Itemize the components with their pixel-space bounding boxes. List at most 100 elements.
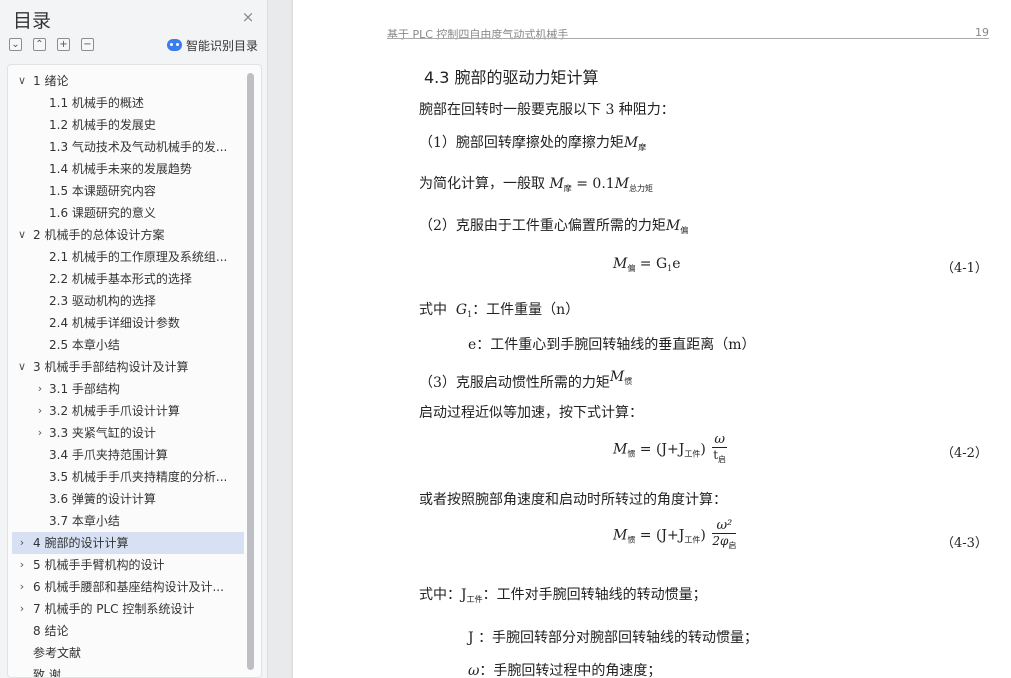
toc-item[interactable]: 1.2 机械手的发展史 xyxy=(12,114,244,136)
simplify-m: M xyxy=(549,176,564,192)
toc-item[interactable]: 2.3 驱动机构的选择 xyxy=(12,290,244,312)
toc-item[interactable]: 2.1 机械手的工作原理及系统组... xyxy=(12,246,244,268)
collapse-all-button[interactable]: ⌄ xyxy=(9,38,22,51)
toc-item[interactable]: 参考文献 xyxy=(12,642,244,664)
toc-scrollbar[interactable] xyxy=(244,65,258,677)
eq3-den-phi: 2φ xyxy=(712,534,729,548)
chevron-right-icon[interactable]: › xyxy=(34,378,46,400)
toc-item[interactable]: ∨ 3 机械手手部结构设计及计算 xyxy=(12,356,244,378)
expand-all-button[interactable]: ⌃ xyxy=(33,38,46,51)
where-omega: ω：手腕回转过程中的角速度； xyxy=(468,660,661,678)
smart-toc-button[interactable]: 智能识别目录 xyxy=(167,37,258,53)
toc-spacer xyxy=(34,466,46,488)
eq3-close: ) xyxy=(700,527,706,544)
toc-spacer xyxy=(34,334,46,356)
toc-item-label: 3.7 本章小结 xyxy=(49,514,120,528)
toc-item[interactable]: › 3.1 手部结构 xyxy=(12,378,244,400)
where-g-text: ：工件重量（n） xyxy=(472,302,580,318)
chevron-down-icon[interactable]: ∨ xyxy=(16,224,28,246)
toc-item[interactable]: › 5 机械手手臂机构的设计 xyxy=(12,554,244,576)
toc-item-label: 1 绪论 xyxy=(33,74,69,88)
running-header: 基于 PLC 控制四自由度气动式机械手 xyxy=(387,28,569,41)
offset-symbol: M xyxy=(665,218,681,234)
paragraph-friction: （1）腕部回转摩擦处的摩擦力矩M摩 xyxy=(419,132,646,153)
add-heading-button[interactable]: + xyxy=(57,38,70,51)
toc-item-label: 1.5 本课题研究内容 xyxy=(49,184,156,198)
toc-item-label: 3.3 夹紧气缸的设计 xyxy=(49,426,156,440)
toc-item-label: 1.6 课题研究的意义 xyxy=(49,206,156,220)
toc-item-label: 7 机械手的 PLC 控制系统设计 xyxy=(33,602,195,616)
remove-heading-button[interactable]: − xyxy=(81,38,94,51)
eq2-mid: = (J+J xyxy=(635,441,685,458)
chevron-down-icon[interactable]: ∨ xyxy=(16,356,28,378)
toc-item[interactable]: 3.4 手爪夹持范围计算 xyxy=(12,444,244,466)
toc-item[interactable]: › 6 机械手腰部和基座结构设计及计... xyxy=(12,576,244,598)
toc-item[interactable]: › 4 腕部的设计计算 xyxy=(12,532,244,554)
paragraph-inertia: （3）克服启动惯性所需的力矩M惯 xyxy=(419,369,633,393)
toc-item[interactable]: › 3.3 夹紧气缸的设计 xyxy=(12,422,244,444)
toc-item[interactable]: 8 结论 xyxy=(12,620,244,642)
toc-item[interactable]: ∨ 1 绪论 xyxy=(12,70,244,92)
toc-spacer xyxy=(34,158,46,180)
toc-item-label: 3 机械手手部结构设计及计算 xyxy=(33,360,189,374)
equation-4-2: M惯 = (J+J工件) ω t启 xyxy=(613,432,729,467)
eq3-mid: = (J+J xyxy=(635,527,685,544)
toc-item[interactable]: 2.4 机械手详细设计参数 xyxy=(12,312,244,334)
chevron-right-icon[interactable]: › xyxy=(34,400,46,422)
toc-item[interactable]: › 3.2 机械手手爪设计计算 xyxy=(12,400,244,422)
toc-item[interactable]: 2.2 机械手基本形式的选择 xyxy=(12,268,244,290)
toc-title: 目录 xyxy=(13,10,52,32)
eq1-m: M xyxy=(613,256,628,272)
simplify-eq: = 0.1 xyxy=(576,176,615,192)
toc-item[interactable]: 1.6 课题研究的意义 xyxy=(12,202,244,224)
toc-item[interactable]: ∨ 2 机械手的总体设计方案 xyxy=(12,224,244,246)
toc-item-label: 3.6 弹簧的设计计算 xyxy=(49,492,156,506)
toc-spacer xyxy=(16,664,28,677)
offset-text: （2）克服由于工件重心偏置所需的力矩 xyxy=(419,218,666,234)
eq3-j-sub: 工件 xyxy=(684,535,701,545)
toc-item-label: 3.5 机械手手爪夹持精度的分析... xyxy=(49,470,228,484)
toc-list: ∨ 1 绪论 1.1 机械手的概述 1.2 机械手的发展史 1.3 气动技术及气动机械手… xyxy=(12,70,244,678)
toc-item[interactable]: 1.3 气动技术及气动机械手的发... xyxy=(12,136,244,158)
simplify-m-sub: 摩 xyxy=(563,184,572,193)
document-viewer: 目录 × ⌄ ⌃ + − 智能识别目录 ∨ 1 绪论 1.1 机械手的概述 1.2 机… xyxy=(0,0,1011,678)
chevron-right-icon[interactable]: › xyxy=(16,598,28,620)
eq2-m: M xyxy=(613,441,628,458)
chevron-right-icon[interactable]: › xyxy=(16,576,28,598)
toc-spacer xyxy=(34,114,46,136)
toc-item-label: 3.2 机械手手爪设计计算 xyxy=(49,404,180,418)
toc-item[interactable]: 3.6 弹簧的设计计算 xyxy=(12,488,244,510)
document-area[interactable]: 基于 PLC 控制四自由度气动式机械手 19 4.3 腕部的驱动力矩计算 腕部在… xyxy=(269,0,1011,678)
toc-item[interactable]: 3.7 本章小结 xyxy=(12,510,244,532)
paragraph-offset: （2）克服由于工件重心偏置所需的力矩M偏 xyxy=(419,215,688,236)
toc-item-label: 1.1 机械手的概述 xyxy=(49,96,144,110)
toc-item-label: 2 机械手的总体设计方案 xyxy=(33,228,165,242)
toc-spacer xyxy=(34,290,46,312)
where-j-text: ：工件对手腕回转轴线的转动惯量； xyxy=(482,587,707,603)
inertia-symbol-sub: 惯 xyxy=(624,377,633,386)
toc-item[interactable]: 致 谢 xyxy=(12,664,244,678)
eq3-denominator: 2φ启 xyxy=(712,534,736,553)
toc-item[interactable]: 1.4 机械手未来的发展趋势 xyxy=(12,158,244,180)
toc-item-label: 4 腕部的设计计算 xyxy=(33,536,129,550)
toc-item[interactable]: 3.5 机械手手爪夹持精度的分析... xyxy=(12,466,244,488)
toc-item[interactable]: › 7 机械手的 PLC 控制系统设计 xyxy=(12,598,244,620)
toc-item[interactable]: 1.1 机械手的概述 xyxy=(12,92,244,114)
toc-spacer xyxy=(34,312,46,334)
chevron-right-icon[interactable]: › xyxy=(34,422,46,444)
where-e: e：工件重心到手腕回转轴线的垂直距离（m） xyxy=(468,337,756,353)
chevron-right-icon[interactable]: › xyxy=(16,532,28,554)
toc-item-label: 5 机械手手臂机构的设计 xyxy=(33,558,165,572)
toc-item[interactable]: 2.5 本章小结 xyxy=(12,334,244,356)
chevron-right-icon[interactable]: › xyxy=(16,554,28,576)
chevron-down-icon[interactable]: ∨ xyxy=(16,70,28,92)
toc-scrollbar-thumb[interactable] xyxy=(247,73,254,670)
close-icon[interactable]: × xyxy=(240,9,256,25)
toc-item-label: 致 谢 xyxy=(33,668,61,678)
simplify-m2: M xyxy=(614,176,630,192)
section-title: 腕部的驱动力矩计算 xyxy=(454,68,599,87)
toc-spacer xyxy=(34,180,46,202)
toc-item-label: 1.3 气动技术及气动机械手的发... xyxy=(49,140,228,154)
toc-item[interactable]: 1.5 本课题研究内容 xyxy=(12,180,244,202)
where-g: 式中 G1：工件重量（n） xyxy=(419,299,579,319)
